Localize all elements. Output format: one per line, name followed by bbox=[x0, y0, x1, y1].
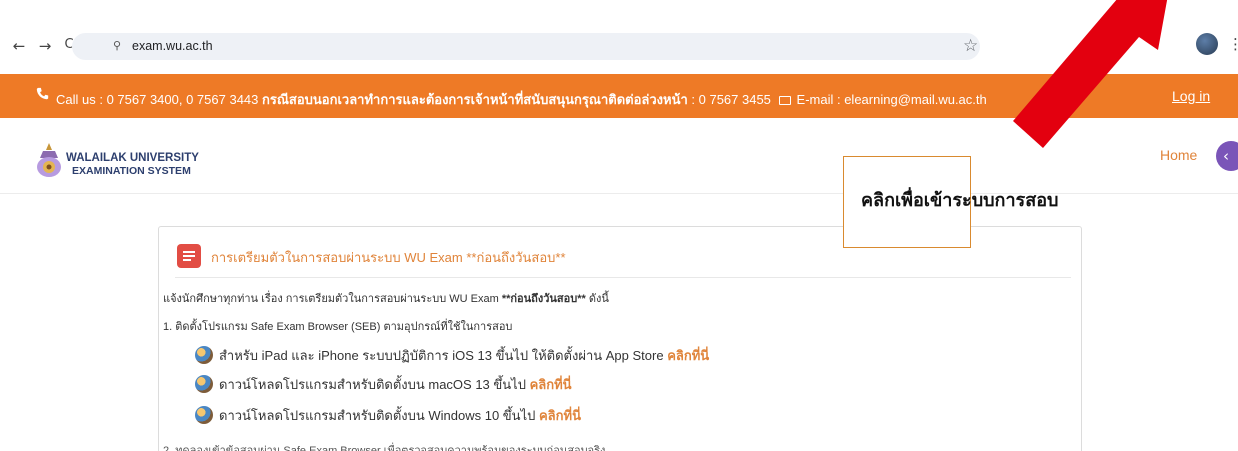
callout-text: คลิกเพื่อเข้าระบบการสอบ bbox=[861, 190, 1059, 211]
annotation-arrow bbox=[1013, 0, 1168, 148]
annotation-callout: คลิกเพื่อเข้าระบบการสอบ bbox=[843, 156, 1058, 248]
